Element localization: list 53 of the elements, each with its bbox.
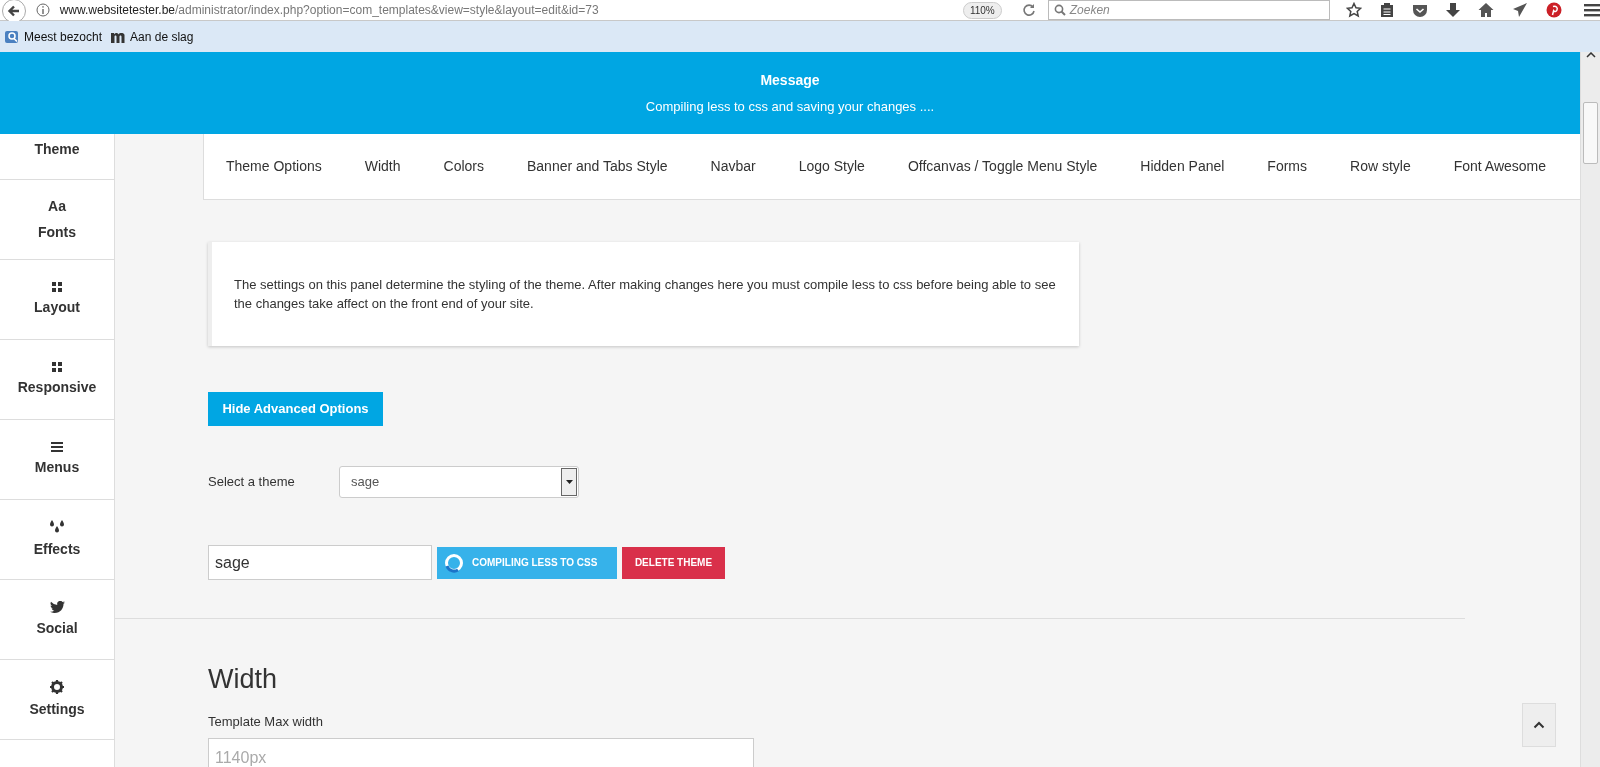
bird-icon bbox=[49, 600, 65, 613]
tab[interactable]: Hidden Panel bbox=[1140, 156, 1225, 177]
search-field[interactable]: Zoeken bbox=[1047, 0, 1330, 20]
pocket-icon[interactable] bbox=[1412, 2, 1428, 18]
scrollbar-thumb[interactable] bbox=[1583, 102, 1598, 164]
tab[interactable]: Banner and Tabs Style bbox=[527, 156, 668, 177]
spinner-icon bbox=[444, 552, 464, 573]
message-text: Compiling less to css and saving your changes .... bbox=[645, 97, 935, 116]
info-text: The settings on this panel determine the styling of the theme. After making changes here you must compile less to css before being able to see the changes take affect on the front end of your site. bbox=[234, 276, 1057, 313]
tab[interactable]: Offcanvas / Toggle Menu Style bbox=[907, 156, 1098, 177]
tab[interactable]: Row style bbox=[1350, 156, 1411, 177]
address-field[interactable]: www.websitetester.be/administrator/index.php?option=com_templates&view=style&layout=edit&id=73 bbox=[59, 1, 895, 19]
menu-icon bbox=[51, 441, 63, 452]
tab[interactable]: Theme Options bbox=[226, 156, 322, 177]
tab[interactable]: Forms bbox=[1267, 156, 1308, 177]
star-icon[interactable] bbox=[1346, 2, 1362, 18]
back-button[interactable] bbox=[2, 0, 26, 23]
bookmark-link[interactable]: Aan de slag bbox=[110, 27, 194, 46]
tab[interactable]: Width bbox=[364, 156, 401, 177]
field-label: Template Max width bbox=[208, 712, 323, 731]
max-width-field[interactable]: 1140px bbox=[208, 738, 754, 767]
tab[interactable]: Navbar bbox=[710, 156, 756, 177]
tab[interactable]: Colors bbox=[443, 156, 484, 177]
info-icon bbox=[35, 3, 50, 17]
scroll-up-icon[interactable] bbox=[1585, 52, 1596, 58]
clipboard-icon[interactable] bbox=[1380, 2, 1394, 18]
theme-name-field[interactable]: sage bbox=[208, 545, 432, 580]
drops-icon bbox=[49, 519, 65, 534]
grid-icon bbox=[52, 281, 62, 292]
settings-icon bbox=[50, 679, 64, 694]
tab[interactable]: Font Awesome bbox=[1453, 156, 1547, 177]
tab[interactable]: Logo Style bbox=[798, 156, 865, 177]
search-icon bbox=[1053, 4, 1066, 16]
home-icon[interactable] bbox=[1478, 2, 1494, 18]
zoom-badge[interactable]: 110% bbox=[962, 1, 1002, 19]
pin-icon[interactable] bbox=[1546, 2, 1562, 18]
reload-icon[interactable] bbox=[1021, 3, 1036, 17]
scrollbar-track[interactable] bbox=[1580, 52, 1600, 767]
delete-theme-button[interactable]: DELETE THEME bbox=[622, 546, 725, 579]
chevron-up-icon bbox=[1533, 721, 1545, 729]
select-label: Select a theme bbox=[208, 473, 296, 492]
caret-icon bbox=[565, 480, 573, 484]
font-glyph-icon: Aa bbox=[48, 196, 66, 217]
folder-icon bbox=[4, 28, 20, 45]
send-icon[interactable] bbox=[1512, 2, 1528, 18]
download-icon[interactable] bbox=[1446, 2, 1460, 18]
back-arrow-icon bbox=[6, 4, 21, 18]
theme-select[interactable]: sage bbox=[339, 466, 579, 498]
grid-icon bbox=[52, 361, 62, 372]
menu-icon[interactable] bbox=[1584, 3, 1600, 17]
section-heading: Width bbox=[208, 663, 279, 696]
message-title: Message bbox=[760, 70, 820, 90]
bookmark-link[interactable]: Meest bezocht bbox=[4, 27, 103, 46]
